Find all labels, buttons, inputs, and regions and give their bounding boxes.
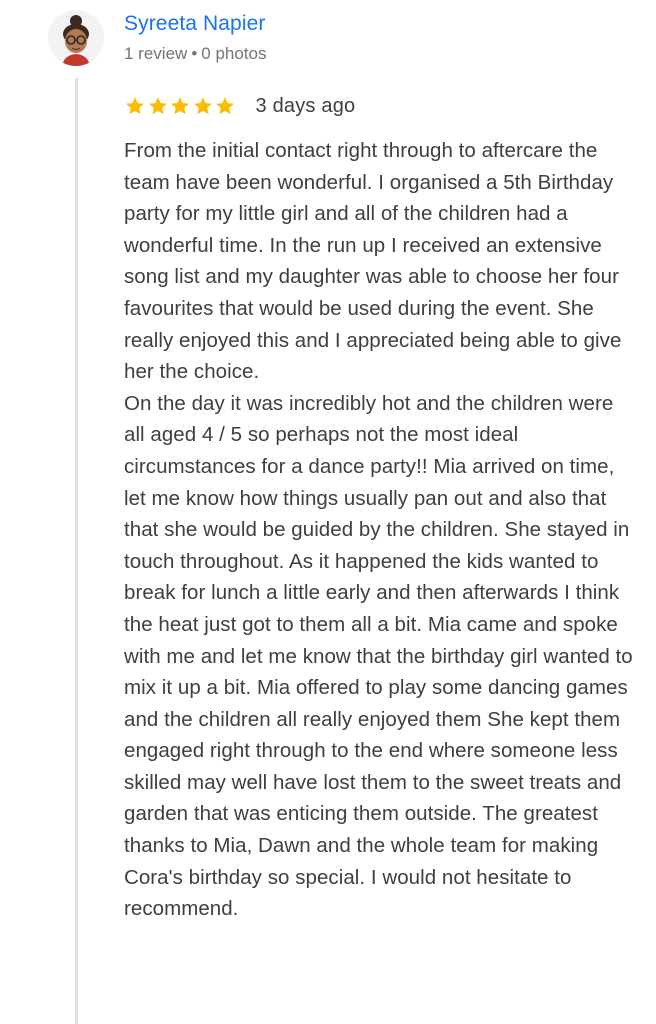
review-date: 3 days ago [255,94,356,117]
reviewer-avatar[interactable] [48,10,104,66]
star-icon [147,95,169,117]
star-icon [214,95,236,117]
review-body: From the initial contact right through t… [124,135,634,925]
photo-count: 0 photos [201,44,267,63]
review-paragraph: On the day it was incredibly hot and the… [124,391,633,921]
reviewer-stats: 1 review • 0 photos [124,42,267,66]
rating-row: 3 days ago [124,92,355,120]
thread-divider-line [75,78,78,1024]
meta-separator: • [191,44,198,63]
star-icon [169,95,191,117]
star-icon [192,95,214,117]
star-icon [124,95,146,117]
review-paragraph: From the initial contact right through t… [124,139,622,384]
reviewer-name-link[interactable]: Syreeta Napier [124,10,265,38]
star-rating [124,95,237,117]
bitmoji-avatar-icon [48,10,104,66]
review-count: 1 review [124,44,188,63]
